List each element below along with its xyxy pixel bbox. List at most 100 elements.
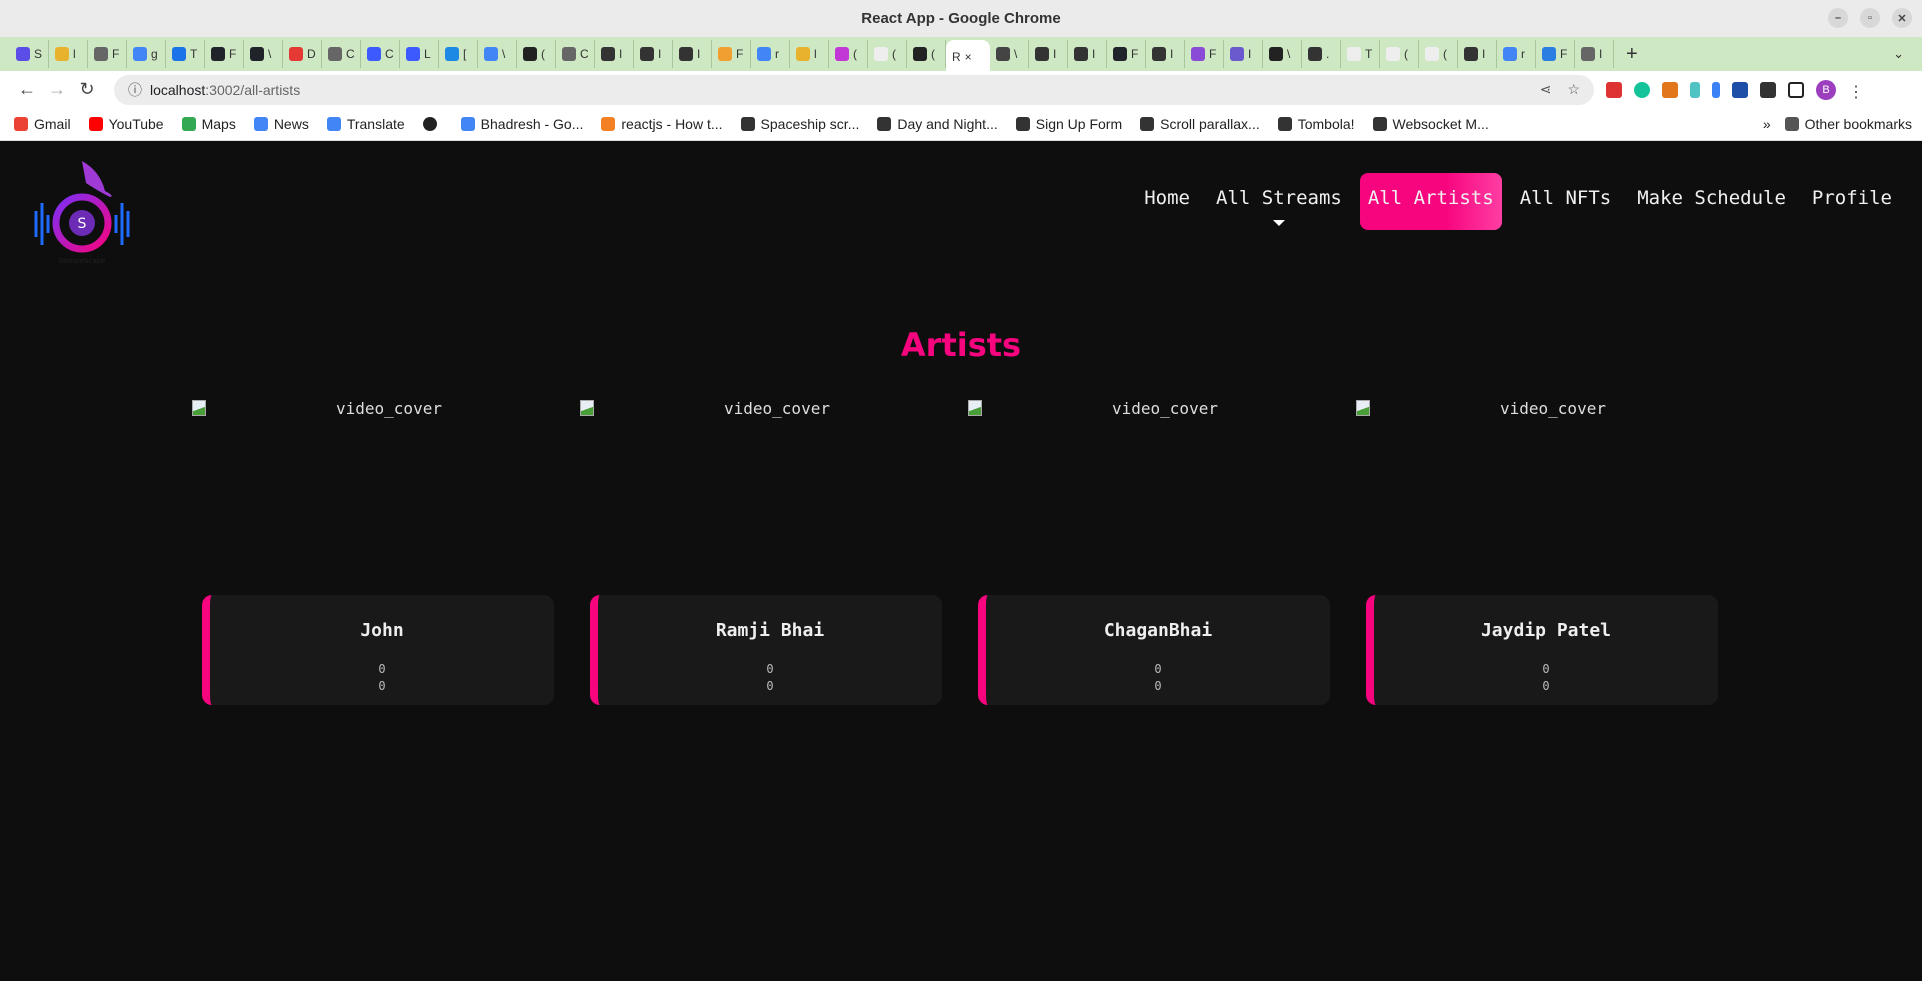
side-panel-icon[interactable] <box>1788 81 1804 98</box>
menu-kebab-icon[interactable]: ⋮ <box>1848 82 1864 101</box>
browser-tab[interactable]: F <box>88 40 127 68</box>
extension-icon[interactable] <box>1732 81 1748 98</box>
back-button[interactable]: ← <box>12 79 42 100</box>
browser-tab[interactable]: . <box>1302 40 1341 68</box>
app-logo[interactable]: S StreamScape <box>30 161 142 265</box>
video-cover-image[interactable]: video_cover <box>192 393 580 423</box>
bookmark-item[interactable]: Sign Up Form <box>1015 116 1122 132</box>
metamask-icon[interactable] <box>1662 81 1678 98</box>
browser-tab[interactable]: F <box>1107 40 1146 68</box>
browser-tab[interactable]: ( <box>829 40 868 68</box>
bookmark-item[interactable]: Maps <box>181 116 236 132</box>
bookmark-item[interactable]: Bhadresh - Go... <box>460 116 583 132</box>
browser-tab[interactable]: I <box>1029 40 1068 68</box>
browser-tab[interactable]: \ <box>478 40 517 68</box>
browser-tab[interactable]: T <box>1341 40 1380 68</box>
nav-home[interactable]: Home <box>1136 173 1198 230</box>
share-icon[interactable]: ⋖ <box>1540 81 1552 98</box>
extension-icon[interactable] <box>1606 81 1622 98</box>
browser-tab[interactable]: I <box>1224 40 1263 68</box>
browser-tab[interactable]: \ <box>1263 40 1302 68</box>
minimize-button[interactable]: – <box>1828 8 1848 28</box>
more-bookmarks-button[interactable]: » <box>1763 116 1771 132</box>
browser-tab[interactable]: I <box>595 40 634 68</box>
bookmark-item[interactable] <box>422 117 443 131</box>
browser-tab[interactable]: ( <box>1380 40 1419 68</box>
new-tab-button[interactable]: + <box>1626 43 1638 66</box>
video-cover-image[interactable]: video_cover <box>580 393 968 423</box>
bookmark-item[interactable]: News <box>253 116 309 132</box>
browser-tab[interactable]: D <box>283 40 322 68</box>
browser-tab[interactable]: F <box>1536 40 1575 68</box>
maximize-button[interactable]: ▫ <box>1860 8 1880 28</box>
browser-tab[interactable]: ( <box>907 40 946 68</box>
browser-tab[interactable]: \ <box>244 40 283 68</box>
nav-all-nfts[interactable]: All NFTs <box>1512 173 1620 230</box>
browser-tab[interactable]: F <box>205 40 244 68</box>
video-cover-image[interactable]: video_cover <box>968 393 1356 423</box>
dropdown-caret-icon[interactable] <box>1272 220 1285 226</box>
bookmark-item[interactable]: Translate <box>326 116 405 132</box>
bookmark-item[interactable]: Scroll parallax... <box>1140 116 1260 132</box>
browser-tab[interactable]: ( <box>868 40 907 68</box>
address-bar[interactable]: ⓘ localhost:3002/all-artists ⋖ ☆ <box>114 74 1594 105</box>
site-info-icon[interactable]: ⓘ <box>128 80 142 100</box>
grammarly-icon[interactable] <box>1634 81 1650 98</box>
bookmark-item[interactable]: Day and Night... <box>877 116 998 132</box>
browser-tab[interactable]: F <box>712 40 751 68</box>
bookmark-star-icon[interactable]: ☆ <box>1567 81 1580 98</box>
browser-tab[interactable]: I <box>1458 40 1497 68</box>
browser-tab[interactable]: C <box>556 40 595 68</box>
nav-all-streams[interactable]: All Streams <box>1208 173 1350 230</box>
tab-search-chevron-icon[interactable]: ⌄ <box>1893 46 1904 62</box>
browser-tab[interactable]: ( <box>1419 40 1458 68</box>
tab-close-icon[interactable]: × <box>965 50 972 64</box>
browser-tab[interactable]: l <box>790 40 829 68</box>
browser-tab[interactable]: [ <box>439 40 478 68</box>
browser-tab[interactable]: S <box>10 40 49 68</box>
browser-tab[interactable]: ( <box>517 40 556 68</box>
bookmark-item[interactable]: Websocket M... <box>1372 116 1489 132</box>
forward-button[interactable]: → <box>42 79 72 100</box>
browser-tab[interactable]: F <box>1185 40 1224 68</box>
tab-active[interactable]: R × <box>946 40 990 74</box>
nav-all-artists[interactable]: All Artists <box>1359 173 1502 230</box>
nav-profile[interactable]: Profile <box>1804 173 1900 230</box>
reload-button[interactable]: ↻ <box>72 79 102 100</box>
extension-icon[interactable] <box>1690 81 1700 98</box>
puzzle-extensions-icon[interactable] <box>1760 81 1776 98</box>
other-bookmarks[interactable]: Other bookmarks <box>1784 116 1912 132</box>
artist-card[interactable]: ChaganBhai 0 0 <box>978 595 1330 705</box>
bookmark-item[interactable]: Gmail <box>14 116 71 132</box>
browser-tab[interactable]: I <box>673 40 712 68</box>
artist-card[interactable]: Jaydip Patel 0 0 <box>1366 595 1718 705</box>
profile-avatar[interactable]: B <box>1816 79 1836 100</box>
tab-favicon-icon <box>1542 47 1556 61</box>
artist-card[interactable]: John 0 0 <box>202 595 554 705</box>
nav-make-schedule[interactable]: Make Schedule <box>1629 173 1794 230</box>
page-title: Artists <box>900 326 1022 364</box>
bookmark-item[interactable]: YouTube <box>88 116 164 132</box>
browser-tab[interactable]: l <box>49 40 88 68</box>
extension-icon[interactable] <box>1712 81 1720 98</box>
browser-tab[interactable]: T <box>166 40 205 68</box>
bookmark-item[interactable]: reactjs - How t... <box>601 116 723 132</box>
tab-label: I <box>658 47 662 61</box>
tab-label: \ <box>1014 47 1018 61</box>
browser-tab[interactable]: C <box>361 40 400 68</box>
browser-tab[interactable]: I <box>1068 40 1107 68</box>
browser-tab[interactable]: C <box>322 40 361 68</box>
bookmark-item[interactable]: Tombola! <box>1277 116 1355 132</box>
video-cover-image[interactable]: video_cover <box>1356 393 1744 423</box>
browser-tab[interactable]: r <box>1497 40 1536 68</box>
artist-card[interactable]: Ramji Bhai 0 0 <box>590 595 942 705</box>
browser-tab[interactable]: I <box>634 40 673 68</box>
browser-tab[interactable]: g <box>127 40 166 68</box>
close-window-button[interactable]: ✕ <box>1892 8 1912 28</box>
browser-tab[interactable]: r <box>751 40 790 68</box>
bookmark-item[interactable]: Spaceship scr... <box>740 116 859 132</box>
browser-tab[interactable]: L <box>400 40 439 68</box>
browser-tab[interactable]: I <box>1146 40 1185 68</box>
browser-tab[interactable]: \ <box>990 40 1029 68</box>
browser-tab[interactable]: I <box>1575 40 1614 68</box>
